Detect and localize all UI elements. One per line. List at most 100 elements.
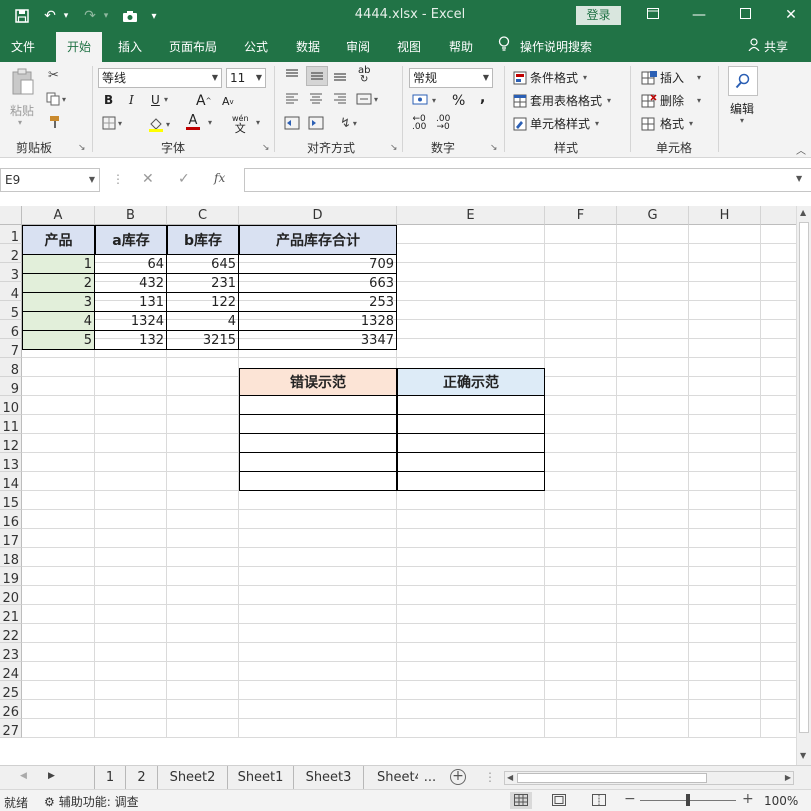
font-launcher-icon[interactable]: ↘: [262, 143, 270, 153]
grid-cell[interactable]: [545, 719, 617, 738]
grid-cell[interactable]: [95, 624, 167, 643]
border-icon[interactable]: ▾: [102, 116, 122, 130]
grid-cell[interactable]: [239, 567, 397, 586]
customize-qat-icon[interactable]: ▾: [148, 6, 160, 26]
phonetic-dropdown-icon[interactable]: ▾: [256, 118, 260, 127]
example-row-cell[interactable]: [239, 472, 397, 491]
format-cells-button[interactable]: 格式 ▾: [641, 115, 693, 132]
grid-cell[interactable]: [761, 681, 796, 700]
grid-cell[interactable]: [167, 681, 239, 700]
row-header-16[interactable]: 16: [0, 510, 22, 530]
increase-indent-icon[interactable]: [308, 116, 324, 130]
grid-cell[interactable]: [689, 510, 761, 529]
grid-cell[interactable]: [545, 491, 617, 510]
scroll-left-icon[interactable]: ◀: [507, 773, 513, 782]
shrink-font-button[interactable]: Av: [222, 95, 234, 108]
grid-cell[interactable]: [95, 358, 167, 377]
grid-cell[interactable]: [761, 339, 796, 358]
grid-cell[interactable]: [689, 624, 761, 643]
grid-cell[interactable]: [761, 301, 796, 320]
editing-button[interactable]: 编辑: [730, 100, 754, 117]
grid-cell[interactable]: [95, 643, 167, 662]
grid-cell[interactable]: [22, 643, 95, 662]
page-layout-view-icon[interactable]: [552, 794, 566, 809]
wrap-text-icon[interactable]: ↯ ▾: [340, 116, 357, 131]
table-row-cell[interactable]: 3: [22, 293, 95, 312]
grid-cell[interactable]: [167, 453, 239, 472]
copy-icon[interactable]: ▾: [46, 92, 66, 106]
grid-cell[interactable]: [95, 434, 167, 453]
grid-cell[interactable]: [761, 377, 796, 396]
grid-cell[interactable]: [545, 643, 617, 662]
grid-cell[interactable]: [22, 453, 95, 472]
grid-cell[interactable]: [617, 377, 689, 396]
font-size-combo[interactable]: 11 ▼: [226, 68, 266, 88]
grid-cell[interactable]: [761, 472, 796, 491]
grid-cell[interactable]: [239, 491, 397, 510]
number-format-combo[interactable]: 常规 ▼: [409, 68, 493, 88]
row-header-12[interactable]: 12: [0, 434, 22, 454]
table-row-cell[interactable]: 253: [239, 293, 397, 312]
table-row-cell[interactable]: 1324: [95, 312, 167, 331]
row-header-7[interactable]: 7: [0, 339, 22, 359]
example-row-cell[interactable]: [239, 396, 397, 415]
grid-cell[interactable]: [617, 719, 689, 738]
grid-cell[interactable]: [167, 434, 239, 453]
grid-cell[interactable]: [761, 415, 796, 434]
grid-cell[interactable]: [545, 396, 617, 415]
row-header-25[interactable]: 25: [0, 681, 22, 701]
camera-icon[interactable]: [118, 6, 142, 26]
decrease-decimal-icon[interactable]: .00 →0: [436, 115, 450, 132]
row-header-20[interactable]: 20: [0, 586, 22, 606]
zoom-in-icon[interactable]: +: [742, 791, 754, 807]
row-header-19[interactable]: 19: [0, 567, 22, 587]
grid-cell[interactable]: [761, 548, 796, 567]
grid-cell[interactable]: [689, 396, 761, 415]
grid-cell[interactable]: [761, 396, 796, 415]
grid-cell[interactable]: [397, 719, 545, 738]
grid-cell[interactable]: [95, 548, 167, 567]
grid-cell[interactable]: [95, 377, 167, 396]
grid-cell[interactable]: [167, 510, 239, 529]
grid-cell[interactable]: [22, 510, 95, 529]
grid-cell[interactable]: [689, 567, 761, 586]
grid-cell[interactable]: [167, 548, 239, 567]
decrease-indent-icon[interactable]: [284, 116, 300, 130]
format-as-table-button[interactable]: 套用表格格式 ▾: [513, 92, 611, 109]
grid-cell[interactable]: [689, 586, 761, 605]
paste-dropdown-icon[interactable]: ▾: [18, 118, 22, 127]
tab-help[interactable]: 帮助: [441, 32, 481, 62]
tab-review[interactable]: 审阅: [338, 32, 378, 62]
merge-center-icon[interactable]: ▾: [356, 92, 378, 106]
table-row-cell[interactable]: 131: [95, 293, 167, 312]
grid-cell[interactable]: [239, 586, 397, 605]
align-middle-icon[interactable]: [306, 66, 328, 86]
grid-cell[interactable]: [95, 605, 167, 624]
grid-cell[interactable]: [95, 586, 167, 605]
grid-cell[interactable]: [761, 282, 796, 301]
grid-cell[interactable]: [22, 586, 95, 605]
grid-cell[interactable]: [397, 643, 545, 662]
table-row-cell[interactable]: 1328: [239, 312, 397, 331]
row-header-24[interactable]: 24: [0, 662, 22, 682]
example-row-cell[interactable]: [397, 453, 545, 472]
grid-cell[interactable]: [239, 548, 397, 567]
align-top-icon[interactable]: [284, 68, 300, 82]
grid-cell[interactable]: [167, 605, 239, 624]
grid-cell[interactable]: [167, 396, 239, 415]
redo-icon[interactable]: ↷: [80, 6, 100, 26]
name-box[interactable]: E9 ▼: [0, 168, 100, 192]
zoom-level[interactable]: 100%: [764, 794, 798, 808]
grid-cell[interactable]: [545, 586, 617, 605]
grid-cell[interactable]: [167, 586, 239, 605]
table-row-cell[interactable]: 3215: [167, 331, 239, 350]
grid-cell[interactable]: [617, 491, 689, 510]
grid-cell[interactable]: [761, 225, 796, 244]
font-color-button[interactable]: A: [186, 114, 200, 130]
align-left-icon[interactable]: [284, 92, 300, 106]
grid-cell[interactable]: [239, 624, 397, 643]
row-header-14[interactable]: 14: [0, 472, 22, 492]
grid-cell[interactable]: [761, 358, 796, 377]
grid-cell[interactable]: [761, 434, 796, 453]
tab-home[interactable]: 开始: [56, 32, 102, 62]
